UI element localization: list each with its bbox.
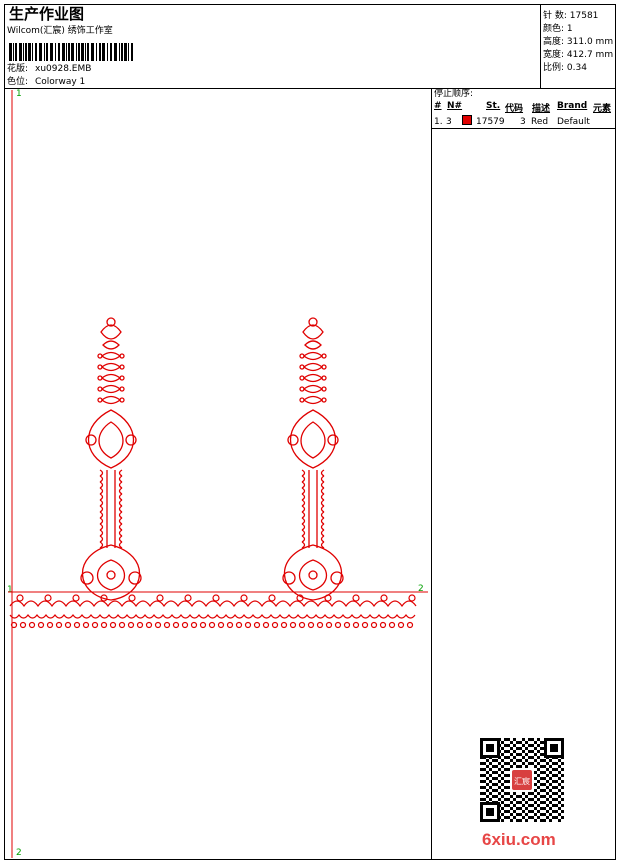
- col-needle: N#: [447, 101, 463, 111]
- col-index: #: [434, 101, 442, 111]
- col-brand: Brand: [557, 101, 588, 111]
- col-code: 代码: [505, 104, 524, 114]
- color-swatch: [462, 115, 472, 125]
- design-column-right: [282, 317, 344, 601]
- row-brand: Default: [557, 117, 590, 127]
- qr-code: 汇宸: [480, 738, 564, 822]
- col-element: 元素: [593, 104, 612, 114]
- row-code: 3: [520, 117, 526, 127]
- stop-sequence-title: 停止顺序:: [434, 89, 474, 99]
- watermark-text: 6xiu.com: [482, 830, 556, 849]
- col-description: 描述: [532, 104, 551, 114]
- row-needle: 3: [446, 117, 452, 127]
- col-stitches: St.: [486, 101, 501, 111]
- svg-text:汇宸: 汇宸: [514, 776, 530, 786]
- design-border: [9, 594, 417, 629]
- row-description: Red: [531, 117, 549, 127]
- row-stitches: 17579: [476, 117, 505, 127]
- row-number: 1.: [434, 117, 443, 127]
- design-column-left: [80, 317, 142, 601]
